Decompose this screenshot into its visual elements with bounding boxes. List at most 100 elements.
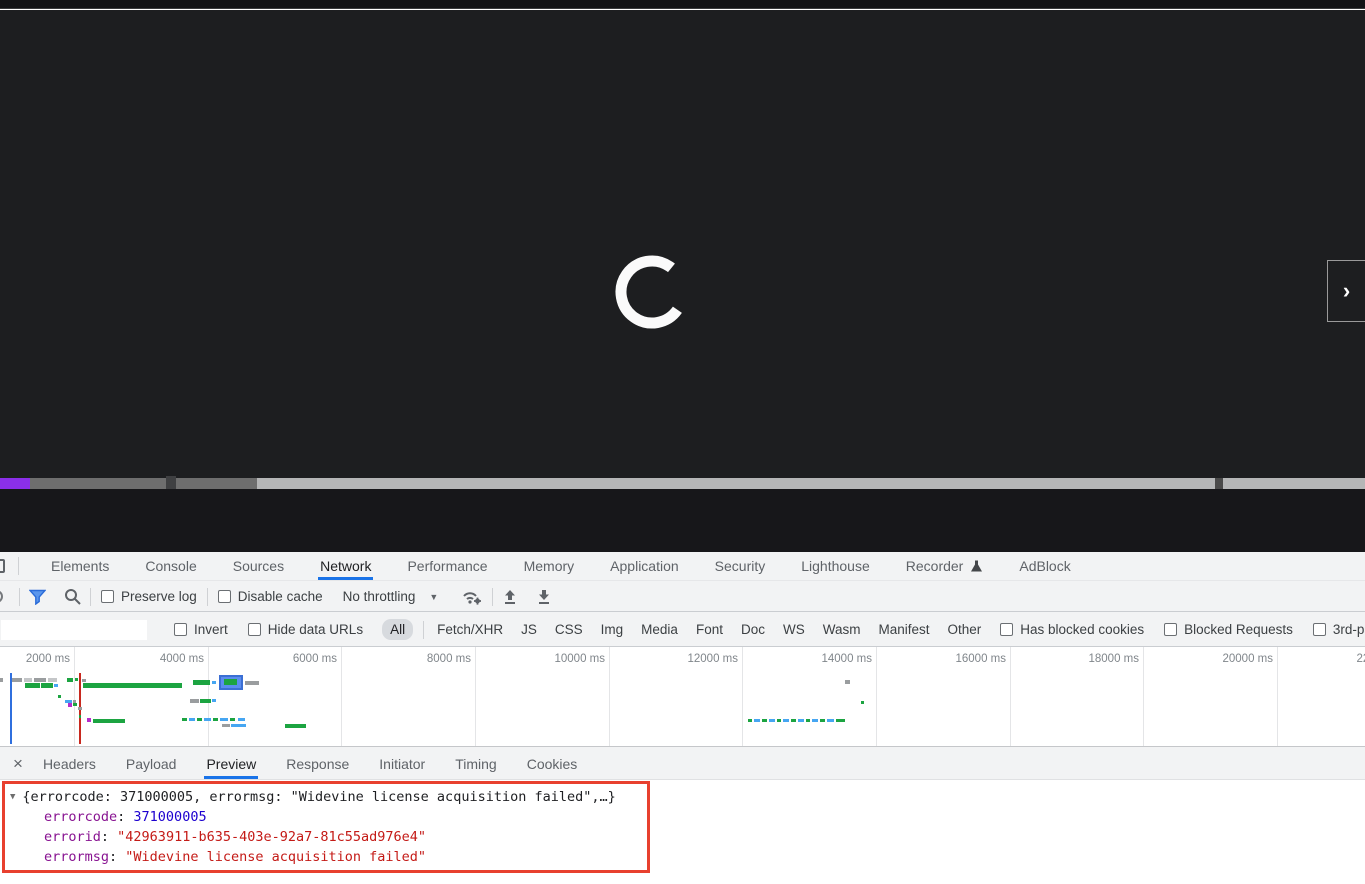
has-blocked-cookies-checkbox[interactable]: Has blocked cookies <box>1000 622 1144 637</box>
waterfall-bar <box>812 719 818 722</box>
device-toolbar-icon[interactable] <box>0 552 10 581</box>
third-party-checkbox[interactable]: 3rd-party requests <box>1312 622 1365 637</box>
filter-type-css[interactable]: CSS <box>555 622 583 637</box>
waterfall-bar <box>41 683 53 688</box>
tab-performance[interactable]: Performance <box>405 552 489 580</box>
tab-recorder[interactable]: Recorder <box>904 552 986 580</box>
filter-type-wasm[interactable]: Wasm <box>823 622 861 637</box>
timeline-tick-label: 8000 ms <box>426 653 471 665</box>
waterfall-bar <box>82 679 86 682</box>
dom-content-loaded-line <box>10 673 12 744</box>
network-overview-timeline[interactable]: 2000 ms 4000 ms 6000 ms 8000 ms 10000 ms 1200… <box>0 647 1365 747</box>
request-detail-tabbar: × Headers Payload Preview Response Initiator… <box>0 748 1365 780</box>
separator <box>206 587 208 606</box>
waterfall-bar <box>777 719 781 722</box>
tab-elements[interactable]: Elements <box>49 552 111 580</box>
json-summary[interactable]: ▼ {errorcode: 371000005, errormsg: "Widev… <box>10 789 616 805</box>
wifi-gear-icon <box>463 591 482 605</box>
waterfall-bar <box>783 719 789 722</box>
tab-console[interactable]: Console <box>143 552 198 580</box>
next-panel-button[interactable]: › <box>1327 260 1365 322</box>
waterfall-bar <box>75 678 78 681</box>
tab-sources[interactable]: Sources <box>231 552 286 580</box>
filter-toggle-button[interactable] <box>29 589 46 605</box>
preserve-log-checkbox[interactable]: Preserve log <box>101 589 197 604</box>
video-progress-bar[interactable] <box>0 476 1365 491</box>
disable-cache-checkbox[interactable]: Disable cache <box>217 589 323 604</box>
json-key: errorcode <box>44 809 118 825</box>
filter-type-all[interactable]: All <box>382 619 414 640</box>
waterfall-bar <box>836 719 845 722</box>
hide-data-urls-checkbox[interactable]: Hide data URLs <box>247 622 363 637</box>
filter-type-font[interactable]: Font <box>696 622 723 637</box>
detail-tab-preview[interactable]: Preview <box>204 748 259 779</box>
filter-type-ws[interactable]: WS <box>783 622 805 637</box>
filter-type-other[interactable]: Other <box>948 622 982 637</box>
invert-checkbox[interactable]: Invert <box>174 622 228 637</box>
waterfall-bar <box>78 707 82 710</box>
import-har-button[interactable] <box>502 589 518 605</box>
filter-type-media[interactable]: Media <box>641 622 678 637</box>
tab-adblock[interactable]: AdBlock <box>1017 552 1072 580</box>
third-party-label: 3rd-party requests <box>1332 622 1365 637</box>
expander-triangle-icon: ▼ <box>10 792 16 802</box>
timeline-gridline <box>876 647 877 746</box>
waterfall-bar <box>285 724 306 728</box>
video-viewport[interactable]: › <box>0 10 1365 478</box>
detail-tab-payload[interactable]: Payload <box>124 748 179 779</box>
detail-tab-timing[interactable]: Timing <box>453 748 499 779</box>
filter-input[interactable] <box>0 618 148 641</box>
waterfall-bar <box>769 719 775 722</box>
waterfall-bar <box>845 680 850 684</box>
timeline-gridline <box>1143 647 1144 746</box>
tab-application[interactable]: Application <box>608 552 681 580</box>
filter-type-fetch-xhr[interactable]: Fetch/XHR <box>437 622 503 637</box>
timeline-tick-label: 2000 ms <box>25 653 70 665</box>
waterfall-bar <box>220 718 228 721</box>
filter-type-js[interactable]: JS <box>521 622 537 637</box>
has-blocked-cookies-label: Has blocked cookies <box>1020 622 1145 637</box>
waterfall-bar <box>58 695 61 698</box>
waterfall-bar <box>25 683 40 688</box>
waterfall-bar <box>73 703 77 706</box>
waterfall-bar <box>197 718 202 721</box>
preview-pane: ▼ {errorcode: 371000005, errormsg: "Widev… <box>0 780 1365 884</box>
waterfall-bar <box>230 718 235 721</box>
json-summary-text: {errorcode: 371000005, errormsg: "Widevi… <box>22 789 616 805</box>
search-button[interactable] <box>64 588 81 605</box>
filter-type-img[interactable]: Img <box>601 622 624 637</box>
detail-tab-cookies[interactable]: Cookies <box>525 748 580 779</box>
waterfall-bar <box>83 683 182 688</box>
json-row-errormsg[interactable]: errormsg: "Widevine license acquisition … <box>44 849 426 865</box>
timeline-tick-label: 22000 ms <box>1356 653 1365 665</box>
timeline-tick-label: 20000 ms <box>1222 653 1273 665</box>
filter-type-doc[interactable]: Doc <box>741 622 765 637</box>
separator <box>423 620 425 639</box>
tab-network[interactable]: Network <box>318 552 374 580</box>
upload-icon <box>505 589 516 604</box>
waterfall-bar <box>54 684 58 687</box>
record-button[interactable] <box>0 582 10 612</box>
network-conditions-button[interactable] <box>461 588 483 606</box>
tab-memory[interactable]: Memory <box>522 552 577 580</box>
throttling-select[interactable]: No throttling <box>343 589 416 604</box>
tab-lighthouse[interactable]: Lighthouse <box>799 552 872 580</box>
tab-security[interactable]: Security <box>713 552 768 580</box>
main-tabs: Elements Console Sources Network Performance… <box>49 552 1105 581</box>
filter-type-manifest[interactable]: Manifest <box>878 622 929 637</box>
video-control-bar: ↺ 1x ↻ 0:15 / 4:38 <box>0 489 1365 552</box>
json-row-errorid[interactable]: errorid: "42963911-b635-403e-92a7-81c55a… <box>44 829 426 845</box>
detail-tab-initiator[interactable]: Initiator <box>377 748 427 779</box>
json-row-errorcode[interactable]: errorcode: 371000005 <box>44 809 207 825</box>
detail-tab-headers[interactable]: Headers <box>41 748 98 779</box>
timeline-gridline <box>74 647 75 746</box>
search-icon <box>65 589 81 605</box>
export-har-button[interactable] <box>536 589 552 605</box>
close-icon[interactable]: × <box>13 754 23 774</box>
timeline-tick-label: 18000 ms <box>1088 653 1139 665</box>
waterfall-bar <box>68 703 72 707</box>
detail-tab-response[interactable]: Response <box>284 748 351 779</box>
waterfall-bar <box>190 699 199 703</box>
waterfall-bar <box>24 678 32 682</box>
blocked-requests-checkbox[interactable]: Blocked Requests <box>1164 622 1293 637</box>
